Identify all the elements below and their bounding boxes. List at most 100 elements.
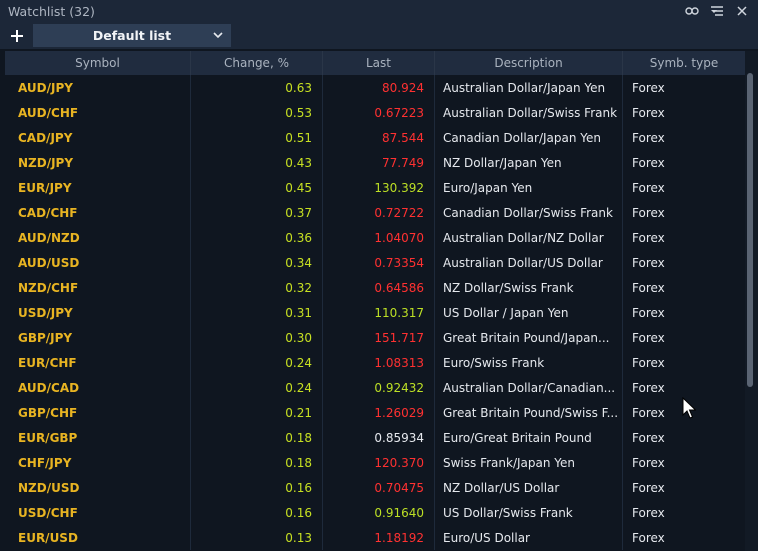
change-cell: 0.63 bbox=[191, 75, 323, 100]
table-row[interactable]: NZD/CHF 0.32 0.64586 NZ Dollar/Swiss Frank F… bbox=[5, 275, 745, 300]
last-price-cell: 1.26029 bbox=[323, 400, 435, 425]
table-row[interactable]: AUD/NZD 0.36 1.04070 Australian Dollar/NZ D… bbox=[5, 225, 745, 250]
symbol-type-cell: Forex bbox=[632, 80, 665, 95]
symbol-cell: NZD/CHF bbox=[5, 275, 191, 300]
description-cell: Canadian Dollar/Swiss Frank bbox=[435, 200, 623, 225]
table-row[interactable]: CHF/JPY 0.18 120.370 Swiss Frank/Japan Yen F… bbox=[5, 450, 745, 475]
table-row[interactable]: CAD/CHF 0.37 0.72722 Canadian Dollar/Swiss … bbox=[5, 200, 745, 225]
symbol-cell: AUD/NZD bbox=[5, 225, 191, 250]
description-cell: Great Britain Pound/Swiss F... bbox=[435, 400, 623, 425]
symbol-type-cell: Forex bbox=[632, 105, 665, 120]
symbol-type-cell: Forex bbox=[632, 355, 665, 370]
table-row[interactable]: EUR/JPY 0.45 130.392 Euro/Japan Yen Forex bbox=[5, 175, 745, 200]
close-icon[interactable] bbox=[734, 3, 750, 19]
table-row[interactable]: USD/CHF 0.16 0.91640 US Dollar/Swiss Frank F… bbox=[5, 500, 745, 525]
last-price-cell: 1.08313 bbox=[323, 350, 435, 375]
column-header-last[interactable]: Last bbox=[323, 51, 435, 75]
last-price-cell: 120.370 bbox=[323, 450, 435, 475]
last-price-cell: 0.72722 bbox=[323, 200, 435, 225]
description-cell: Australian Dollar/Japan Yen bbox=[435, 75, 623, 100]
plus-icon bbox=[11, 29, 23, 42]
table-row[interactable]: CAD/JPY 0.51 87.544 Canadian Dollar/Japan Y… bbox=[5, 125, 745, 150]
table-row[interactable]: AUD/USD 0.34 0.73354 Australian Dollar/US D… bbox=[5, 250, 745, 275]
add-symbol-button[interactable] bbox=[5, 24, 29, 48]
symbol-type-cell: Forex bbox=[632, 505, 665, 520]
symbol-cell: CAD/JPY bbox=[5, 125, 191, 150]
symbol-cell: EUR/JPY bbox=[5, 175, 191, 200]
watchlist-selector-label: Default list bbox=[92, 28, 172, 43]
last-price-cell: 1.04070 bbox=[323, 225, 435, 250]
column-header-symbol[interactable]: Symbol bbox=[5, 51, 191, 75]
watchlist-table: Symbol Change, % Last Description Symb. … bbox=[5, 51, 745, 551]
chevron-down-icon bbox=[213, 32, 223, 39]
filter-settings-icon[interactable] bbox=[709, 3, 725, 19]
symbol-type-cell: Forex bbox=[632, 230, 665, 245]
symbol-cell: EUR/CHF bbox=[5, 350, 191, 375]
table-row[interactable]: EUR/CHF 0.24 1.08313 Euro/Swiss Frank Forex bbox=[5, 350, 745, 375]
change-cell: 0.53 bbox=[191, 100, 323, 125]
last-price-cell: 77.749 bbox=[323, 150, 435, 175]
change-cell: 0.30 bbox=[191, 325, 323, 350]
last-price-cell: 0.64586 bbox=[323, 275, 435, 300]
symbol-cell: NZD/JPY bbox=[5, 150, 191, 175]
column-header-description[interactable]: Description bbox=[435, 51, 623, 75]
table-row[interactable]: NZD/USD 0.16 0.70475 NZ Dollar/US Dollar For… bbox=[5, 475, 745, 500]
symbol-cell: EUR/GBP bbox=[5, 425, 191, 450]
change-cell: 0.36 bbox=[191, 225, 323, 250]
symbol-type-cell: Forex bbox=[632, 255, 665, 270]
link-icon[interactable] bbox=[684, 3, 700, 19]
change-cell: 0.45 bbox=[191, 175, 323, 200]
symbol-cell: CAD/CHF bbox=[5, 200, 191, 225]
description-cell: Australian Dollar/NZ Dollar bbox=[435, 225, 623, 250]
watchlist-selector[interactable]: Default list bbox=[33, 24, 231, 47]
description-cell: US Dollar / Japan Yen bbox=[435, 300, 623, 325]
column-header-change[interactable]: Change, % bbox=[191, 51, 323, 75]
last-price-cell: 0.67223 bbox=[323, 100, 435, 125]
symbol-type-cell: Forex bbox=[632, 155, 665, 170]
change-cell: 0.32 bbox=[191, 275, 323, 300]
symbol-type-cell: Forex bbox=[632, 530, 665, 545]
symbol-cell: AUD/JPY bbox=[5, 75, 191, 100]
description-cell: Australian Dollar/Swiss Frank bbox=[435, 100, 623, 125]
last-price-cell: 0.70475 bbox=[323, 475, 435, 500]
scrollbar-thumb[interactable] bbox=[747, 73, 753, 387]
last-price-cell: 0.92432 bbox=[323, 375, 435, 400]
change-cell: 0.21 bbox=[191, 400, 323, 425]
table-row[interactable]: EUR/USD 0.13 1.18192 Euro/US Dollar Forex bbox=[5, 525, 745, 550]
last-price-cell: 87.544 bbox=[323, 125, 435, 150]
symbol-cell: NZD/USD bbox=[5, 475, 191, 500]
change-cell: 0.34 bbox=[191, 250, 323, 275]
change-cell: 0.43 bbox=[191, 150, 323, 175]
description-cell: Swiss Frank/Japan Yen bbox=[435, 450, 623, 475]
table-row[interactable]: AUD/CHF 0.53 0.67223 Australian Dollar/Swis… bbox=[5, 100, 745, 125]
table-row[interactable]: AUD/JPY 0.63 80.924 Australian Dollar/Japan… bbox=[5, 75, 745, 100]
column-header-symb-type[interactable]: Symb. type bbox=[623, 51, 745, 75]
description-cell: Australian Dollar/Canadian... bbox=[435, 375, 623, 400]
mouse-cursor-icon bbox=[682, 397, 696, 419]
description-cell: Canadian Dollar/Japan Yen bbox=[435, 125, 623, 150]
symbol-cell: AUD/USD bbox=[5, 250, 191, 275]
change-cell: 0.24 bbox=[191, 350, 323, 375]
table-row[interactable]: AUD/CAD 0.24 0.92432 Australian Dollar/Cana… bbox=[5, 375, 745, 400]
description-cell: Great Britain Pound/Japan... bbox=[435, 325, 623, 350]
table-row[interactable]: GBP/CHF 0.21 1.26029 Great Britain Pound/Sw… bbox=[5, 400, 745, 425]
window-titlebar: Watchlist (32) bbox=[0, 0, 758, 22]
table-row[interactable]: GBP/JPY 0.30 151.717 Great Britain Pound/Ja… bbox=[5, 325, 745, 350]
table-row[interactable]: USD/JPY 0.31 110.317 US Dollar / Japan Yen F… bbox=[5, 300, 745, 325]
last-price-cell: 130.392 bbox=[323, 175, 435, 200]
scrollbar[interactable] bbox=[745, 51, 758, 551]
table-row[interactable]: NZD/JPY 0.43 77.749 NZ Dollar/Japan Yen Fore… bbox=[5, 150, 745, 175]
symbol-type-cell: Forex bbox=[632, 280, 665, 295]
change-cell: 0.18 bbox=[191, 425, 323, 450]
change-cell: 0.16 bbox=[191, 475, 323, 500]
symbol-type-cell: Forex bbox=[632, 330, 665, 345]
description-cell: US Dollar/Swiss Frank bbox=[435, 500, 623, 525]
last-price-cell: 0.91640 bbox=[323, 500, 435, 525]
description-cell: NZ Dollar/Swiss Frank bbox=[435, 275, 623, 300]
symbol-type-cell: Forex bbox=[632, 480, 665, 495]
table-header: Symbol Change, % Last Description Symb. … bbox=[5, 51, 745, 75]
window-title: Watchlist (32) bbox=[8, 3, 95, 19]
symbol-cell: GBP/CHF bbox=[5, 400, 191, 425]
last-price-cell: 110.317 bbox=[323, 300, 435, 325]
table-row[interactable]: EUR/GBP 0.18 0.85934 Euro/Great Britain Pou… bbox=[5, 425, 745, 450]
